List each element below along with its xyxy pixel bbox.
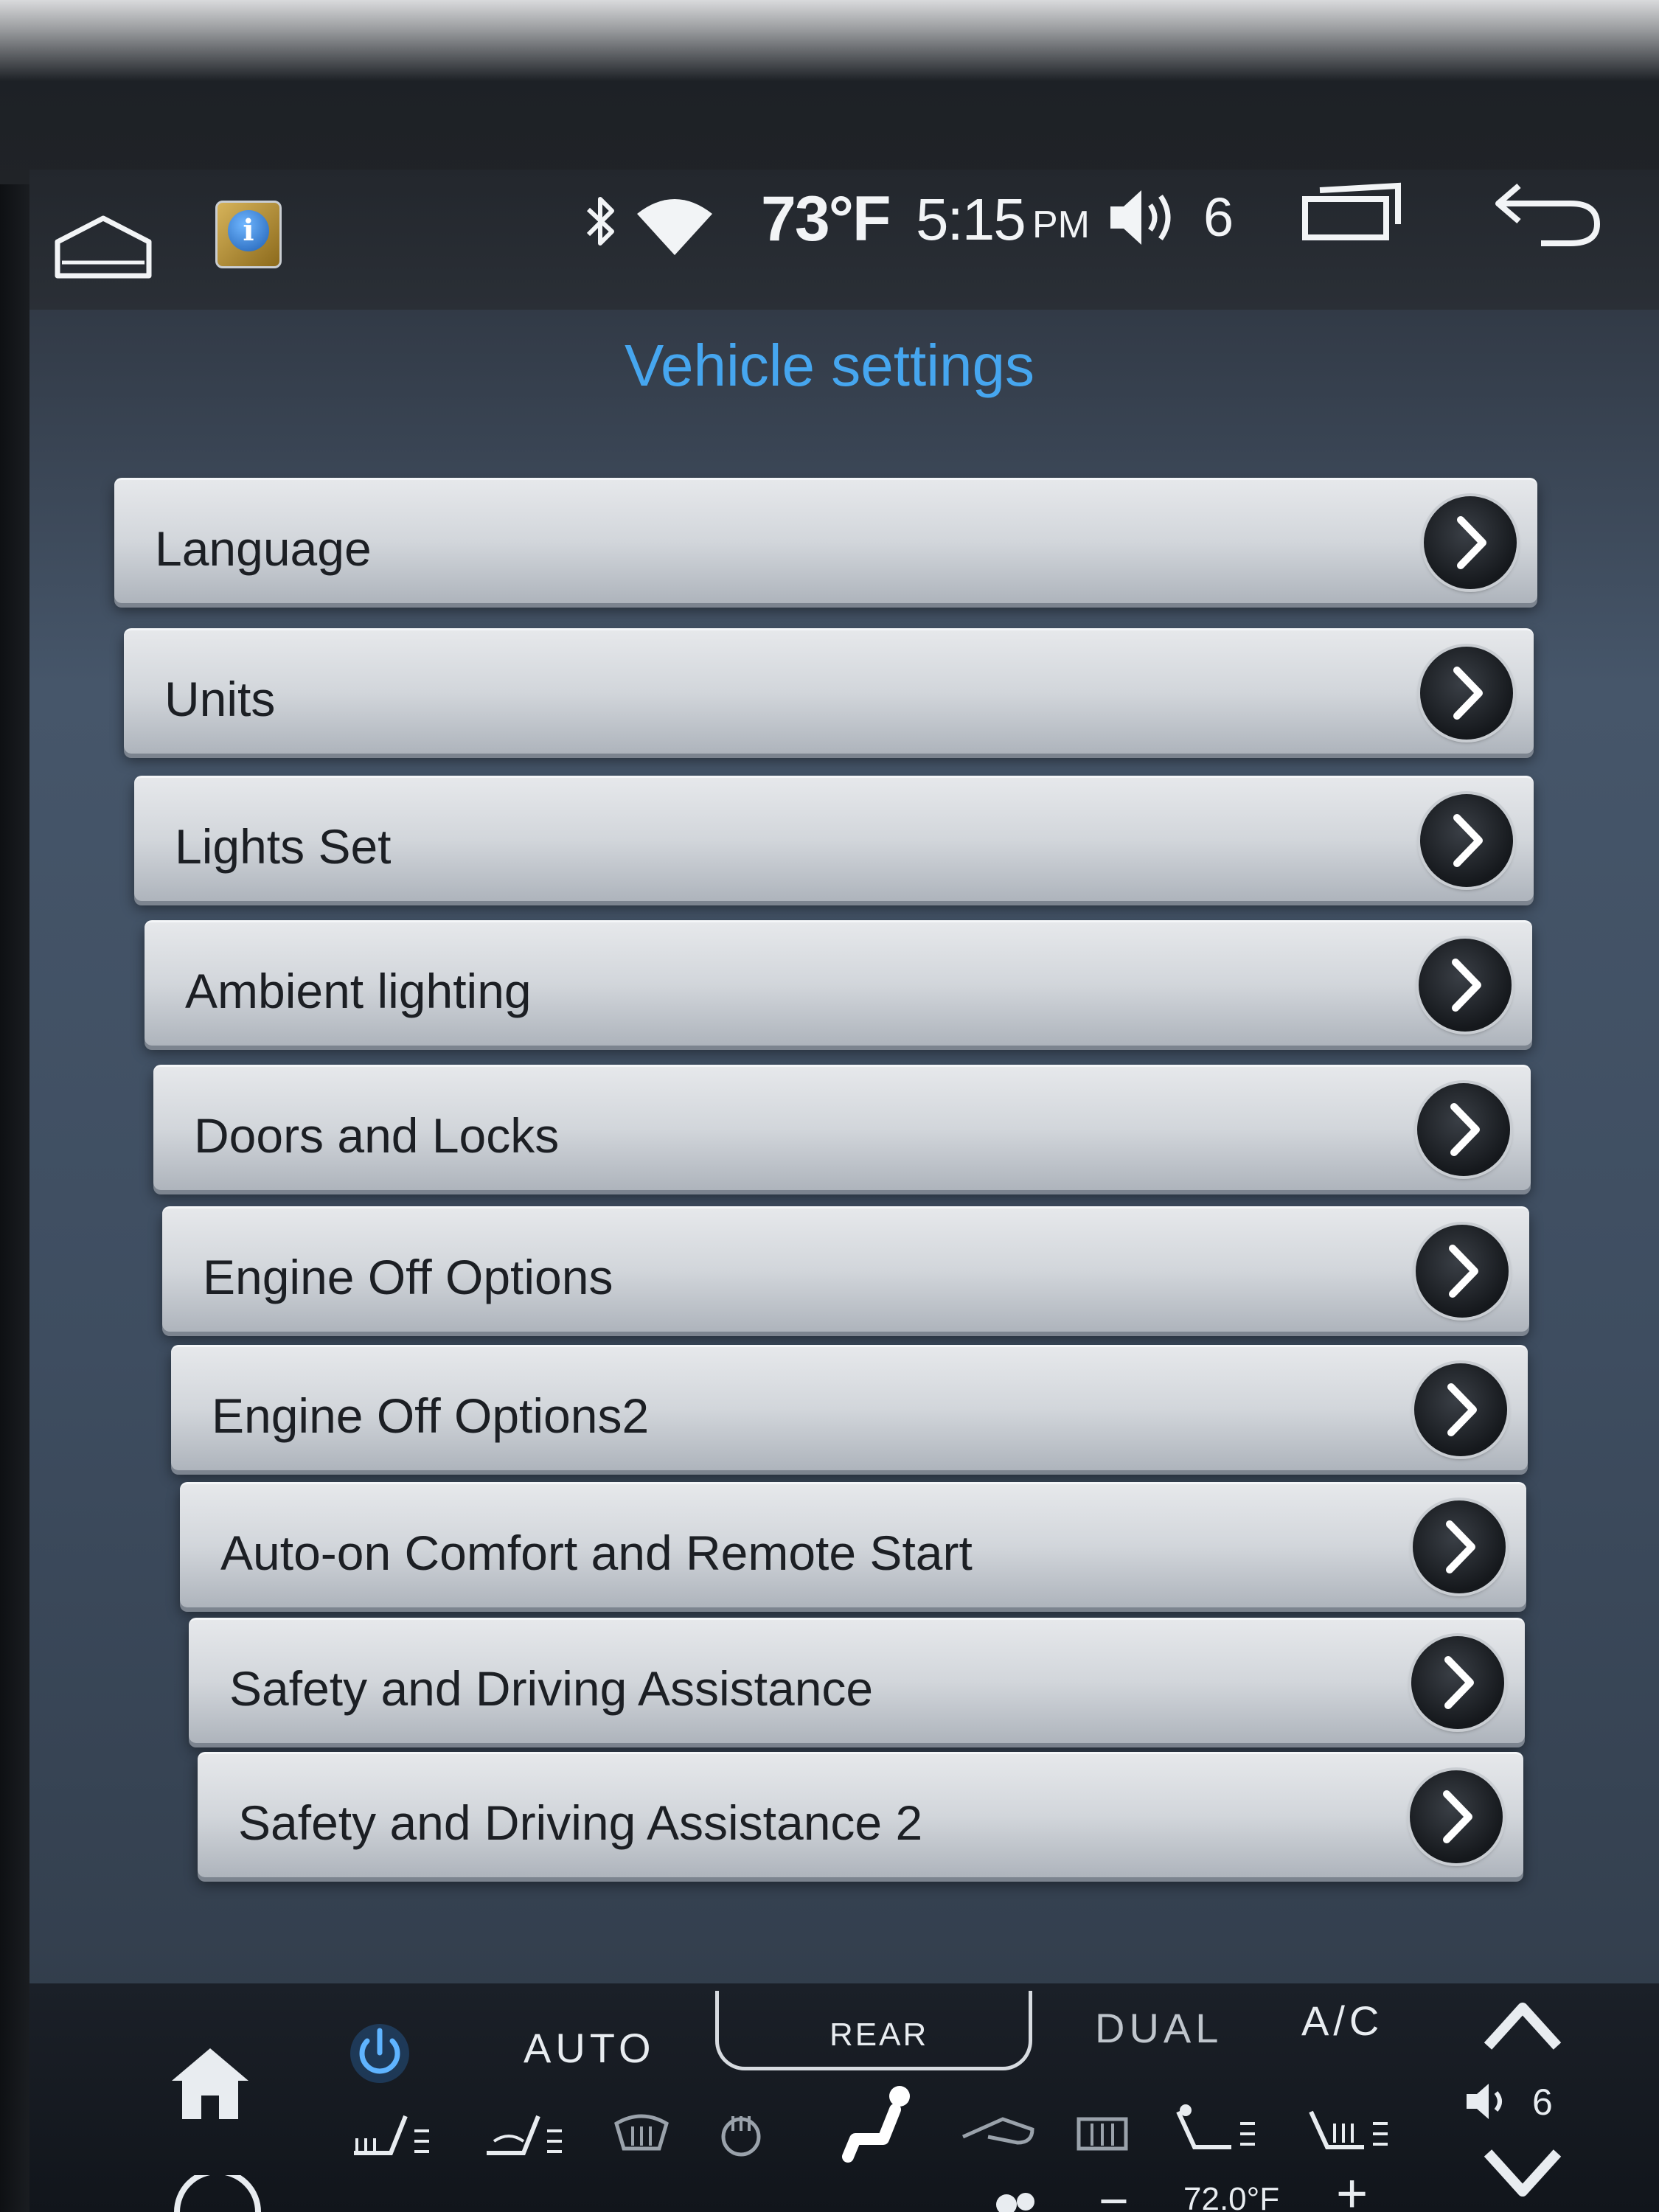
vent-seat-driver-icon[interactable] bbox=[1172, 2101, 1261, 2164]
menu-item-label: Ambient lighting bbox=[185, 964, 532, 1018]
clock-time: 5:15 bbox=[916, 187, 1026, 252]
volume-level: 6 bbox=[1203, 187, 1234, 248]
menu-item-doors-and-locks[interactable]: Doors and Locks bbox=[153, 1065, 1531, 1190]
seat-airflow-icon[interactable] bbox=[841, 2083, 922, 2168]
auto-button[interactable]: AUTO bbox=[524, 2024, 655, 2072]
fan-icon[interactable] bbox=[992, 2183, 1043, 2212]
temp-increase-button[interactable]: + bbox=[1336, 2162, 1368, 2212]
device-bezel-left bbox=[0, 184, 29, 2212]
climate-temperature: 72.0°F bbox=[1183, 2181, 1280, 2212]
chevron-right-icon[interactable] bbox=[1414, 1363, 1507, 1456]
menu-item-label: Lights Set bbox=[175, 819, 392, 874]
menu-item-auto-on-comfort[interactable]: Auto-on Comfort and Remote Start bbox=[180, 1482, 1526, 1607]
dual-button[interactable]: DUAL bbox=[1095, 2004, 1222, 2052]
chevron-right-icon[interactable] bbox=[1410, 1770, 1503, 1863]
volume-icon[interactable] bbox=[1106, 184, 1180, 251]
device-bezel-top bbox=[0, 0, 1659, 184]
menu-item-label: Engine Off Options2 bbox=[212, 1388, 650, 1443]
chevron-up-icon[interactable] bbox=[1482, 1994, 1563, 2057]
chevron-right-icon[interactable] bbox=[1419, 939, 1512, 1032]
temp-decrease-button[interactable]: − bbox=[1099, 2171, 1129, 2212]
menu-item-engine-off-options2[interactable]: Engine Off Options2 bbox=[171, 1345, 1528, 1470]
menu-item-label: Doors and Locks bbox=[194, 1108, 560, 1163]
menu-item-label: Safety and Driving Assistance bbox=[229, 1661, 874, 1716]
bluetooth-icon bbox=[582, 193, 619, 252]
clock-ampm: PM bbox=[1032, 204, 1090, 246]
chevron-right-icon[interactable] bbox=[1420, 794, 1513, 887]
menu-item-label: Units bbox=[164, 672, 276, 726]
menu-item-label: Language bbox=[155, 521, 372, 576]
menu-item-label: Engine Off Options bbox=[203, 1250, 613, 1304]
ac-button[interactable]: A/C bbox=[1301, 1997, 1383, 2045]
recirculate-icon[interactable] bbox=[959, 2107, 1040, 2155]
climate-volume-level: 6 bbox=[1532, 2081, 1553, 2123]
recent-apps-icon[interactable] bbox=[1298, 177, 1408, 243]
menu-item-units[interactable]: Units bbox=[124, 628, 1534, 754]
chevron-right-icon[interactable] bbox=[1416, 1225, 1509, 1318]
menu-item-label: Auto-on Comfort and Remote Start bbox=[220, 1526, 973, 1580]
menu-item-language[interactable]: Language bbox=[114, 478, 1537, 603]
chevron-right-icon[interactable] bbox=[1420, 647, 1513, 740]
heated-seat-driver-icon[interactable] bbox=[347, 2109, 435, 2171]
chevron-down-icon[interactable] bbox=[1482, 2146, 1563, 2208]
steering-heat-icon[interactable] bbox=[715, 2109, 767, 2164]
home-icon[interactable] bbox=[52, 214, 155, 280]
chevron-right-icon[interactable] bbox=[1411, 1636, 1504, 1729]
info-icon: i bbox=[228, 210, 269, 251]
heated-seat-passenger-icon[interactable] bbox=[479, 2109, 568, 2171]
front-defrost-icon[interactable] bbox=[612, 2109, 671, 2164]
menu-item-safety-driving-assistance-2[interactable]: Safety and Driving Assistance 2 bbox=[198, 1752, 1523, 1877]
power-icon[interactable] bbox=[347, 2020, 413, 2090]
screen bbox=[29, 170, 1659, 2212]
page-title: Vehicle settings bbox=[625, 333, 1034, 398]
vent-seat-passenger-icon[interactable] bbox=[1305, 2101, 1394, 2164]
wifi-icon bbox=[634, 192, 715, 258]
rear-button-label: REAR bbox=[830, 2017, 929, 2053]
chevron-right-icon[interactable] bbox=[1417, 1083, 1510, 1176]
volume-icon[interactable] bbox=[1464, 2079, 1515, 2127]
chevron-right-icon[interactable] bbox=[1424, 496, 1517, 589]
home-icon[interactable] bbox=[166, 2042, 254, 2127]
chevron-right-icon[interactable] bbox=[1413, 1500, 1506, 1593]
info-app-icon[interactable]: i bbox=[215, 201, 282, 268]
back-icon[interactable] bbox=[1489, 170, 1607, 251]
outside-temperature: 73°F bbox=[761, 184, 891, 254]
menu-item-lights-set[interactable]: Lights Set bbox=[134, 776, 1534, 901]
menu-item-label: Safety and Driving Assistance 2 bbox=[238, 1795, 923, 1850]
menu-item-ambient-lighting[interactable]: Ambient lighting bbox=[145, 920, 1532, 1046]
menu-item-engine-off-options[interactable]: Engine Off Options bbox=[162, 1206, 1529, 1332]
back-circle-icon[interactable] bbox=[170, 2168, 265, 2212]
menu-item-safety-driving-assistance[interactable]: Safety and Driving Assistance bbox=[189, 1618, 1525, 1743]
rear-defrost-icon[interactable] bbox=[1073, 2109, 1132, 2164]
